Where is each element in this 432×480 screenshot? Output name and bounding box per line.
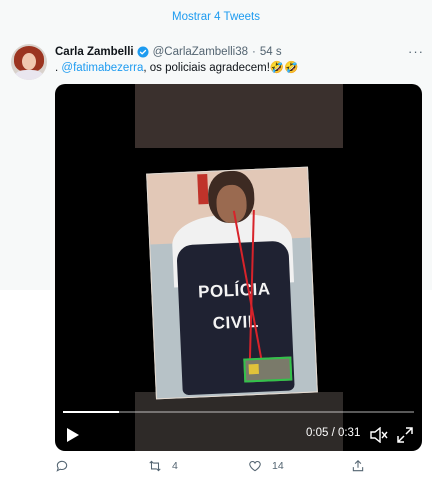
- more-options-icon[interactable]: ···: [408, 44, 424, 59]
- like-action[interactable]: 14: [248, 459, 284, 473]
- tweet-time[interactable]: 54 s: [260, 46, 282, 58]
- verified-badge-icon: [137, 46, 149, 58]
- video-progress-fill: [63, 411, 120, 413]
- heart-icon[interactable]: [248, 459, 262, 473]
- share-action[interactable]: [351, 459, 375, 473]
- header-separator: ·: [252, 46, 256, 58]
- video-band-top: [135, 84, 343, 148]
- fullscreen-icon[interactable]: [397, 427, 413, 443]
- video-frame-image: POLÍCIA CIVIL: [146, 166, 318, 400]
- like-count: 14: [272, 460, 284, 472]
- show-more-tweets-link[interactable]: Mostrar 4 Tweets: [0, 0, 432, 35]
- video-band-bottom: [135, 392, 343, 451]
- retweet-action[interactable]: 4: [148, 459, 178, 473]
- text-body: , os policiais agradecem!🤣🤣: [143, 62, 299, 74]
- tweet-text: . @fatimabezerra, os policiais agradecem…: [55, 60, 299, 74]
- reply-icon[interactable]: [55, 459, 69, 473]
- share-icon[interactable]: [351, 459, 365, 473]
- author-handle[interactable]: @CarlaZambelli38: [153, 46, 248, 58]
- retweet-icon[interactable]: [148, 459, 162, 473]
- mention-link[interactable]: @fatimabezerra: [61, 62, 143, 74]
- video-time: 0:05 / 0:31: [306, 427, 361, 439]
- video-player[interactable]: POLÍCIA CIVIL 0:05 / 0:31: [55, 84, 422, 451]
- tweet-header: Carla Zambelli @CarlaZambelli38 · 54 s: [55, 44, 282, 60]
- volume-icon[interactable]: [370, 427, 388, 443]
- video-progress-bar[interactable]: [63, 411, 414, 413]
- author-name[interactable]: Carla Zambelli: [55, 46, 134, 58]
- reply-action[interactable]: [55, 459, 79, 473]
- avatar[interactable]: [11, 44, 47, 80]
- badge-highlight: [243, 356, 293, 383]
- play-icon[interactable]: [66, 427, 80, 443]
- tweet-actions: 4 14: [55, 459, 395, 477]
- show-more-label[interactable]: Mostrar 4 Tweets: [172, 11, 260, 23]
- retweet-count: 4: [172, 460, 178, 472]
